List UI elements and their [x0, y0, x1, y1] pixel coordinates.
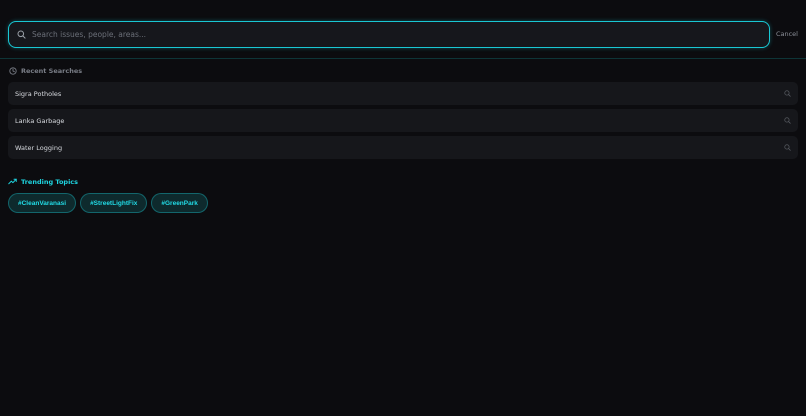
- trending-up-icon: [8, 177, 17, 186]
- recent-search-item[interactable]: Lanka Garbage: [8, 109, 798, 132]
- trending-topics-heading: Trending Topics: [8, 177, 78, 186]
- search-input[interactable]: [26, 22, 769, 47]
- recent-searches-heading: Recent Searches: [8, 66, 82, 75]
- recent-search-label: Sigra Potholes: [15, 89, 62, 98]
- search-icon: [783, 90, 791, 98]
- trending-topics-title: Trending Topics: [21, 177, 79, 186]
- recent-searches-title: Recent Searches: [21, 66, 83, 75]
- topic-chip[interactable]: #StreetLightFix: [80, 193, 148, 213]
- search-box[interactable]: [8, 21, 770, 48]
- trending-topics-chips: #CleanVaranasi #StreetLightFix #GreenPar…: [8, 193, 208, 213]
- search-header: Cancel: [0, 0, 806, 59]
- clock-icon: [8, 66, 17, 75]
- recent-search-label: Water Logging: [15, 143, 63, 152]
- search-icon: [783, 144, 791, 152]
- recent-search-item[interactable]: Sigra Potholes: [8, 82, 798, 105]
- search-icon: [16, 30, 26, 40]
- topic-chip[interactable]: #GreenPark: [151, 193, 208, 213]
- cancel-button[interactable]: Cancel: [776, 30, 798, 38]
- recent-search-label: Lanka Garbage: [15, 116, 65, 125]
- topic-chip[interactable]: #CleanVaranasi: [8, 193, 77, 213]
- search-icon: [783, 117, 791, 125]
- search-page: Cancel Recent Searches Sigra Potholes La…: [0, 0, 806, 416]
- recent-search-item[interactable]: Water Logging: [8, 136, 798, 159]
- recent-searches-list: Sigra Potholes Lanka Garbage Water Loggi…: [8, 82, 798, 163]
